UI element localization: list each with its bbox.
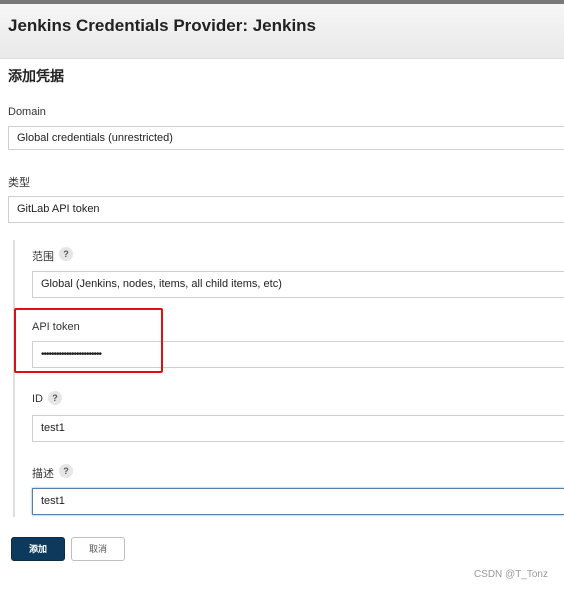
section-title: 添加凭据 (8, 68, 64, 84)
id-input[interactable]: test1 (32, 415, 564, 442)
domain-select[interactable]: Global credentials (unrestricted) (8, 126, 564, 150)
page-header: Jenkins Credentials Provider: Jenkins (0, 4, 564, 59)
watermark: CSDN @T_Tonz (473, 569, 548, 580)
highlight-box (14, 308, 163, 373)
scope-select[interactable]: Global (Jenkins, nodes, items, all child… (32, 271, 564, 298)
id-help-icon[interactable]: ? (48, 391, 62, 405)
scope-help-icon[interactable]: ? (59, 247, 73, 261)
kind-label: 类型 (8, 177, 30, 189)
scope-label: 范围 (32, 251, 54, 263)
kind-select[interactable]: GitLab API token (8, 196, 564, 223)
cancel-button[interactable]: 取消 (71, 537, 125, 561)
description-help-icon[interactable]: ? (59, 464, 73, 478)
id-label: ID (32, 393, 43, 405)
description-label: 描述 (32, 468, 54, 480)
page-title: Jenkins Credentials Provider: Jenkins (8, 16, 317, 35)
description-input[interactable]: test1 (32, 488, 564, 515)
domain-label: Domain (8, 106, 46, 118)
add-button[interactable]: 添加 (11, 537, 65, 561)
nested-section-bar (13, 240, 15, 517)
